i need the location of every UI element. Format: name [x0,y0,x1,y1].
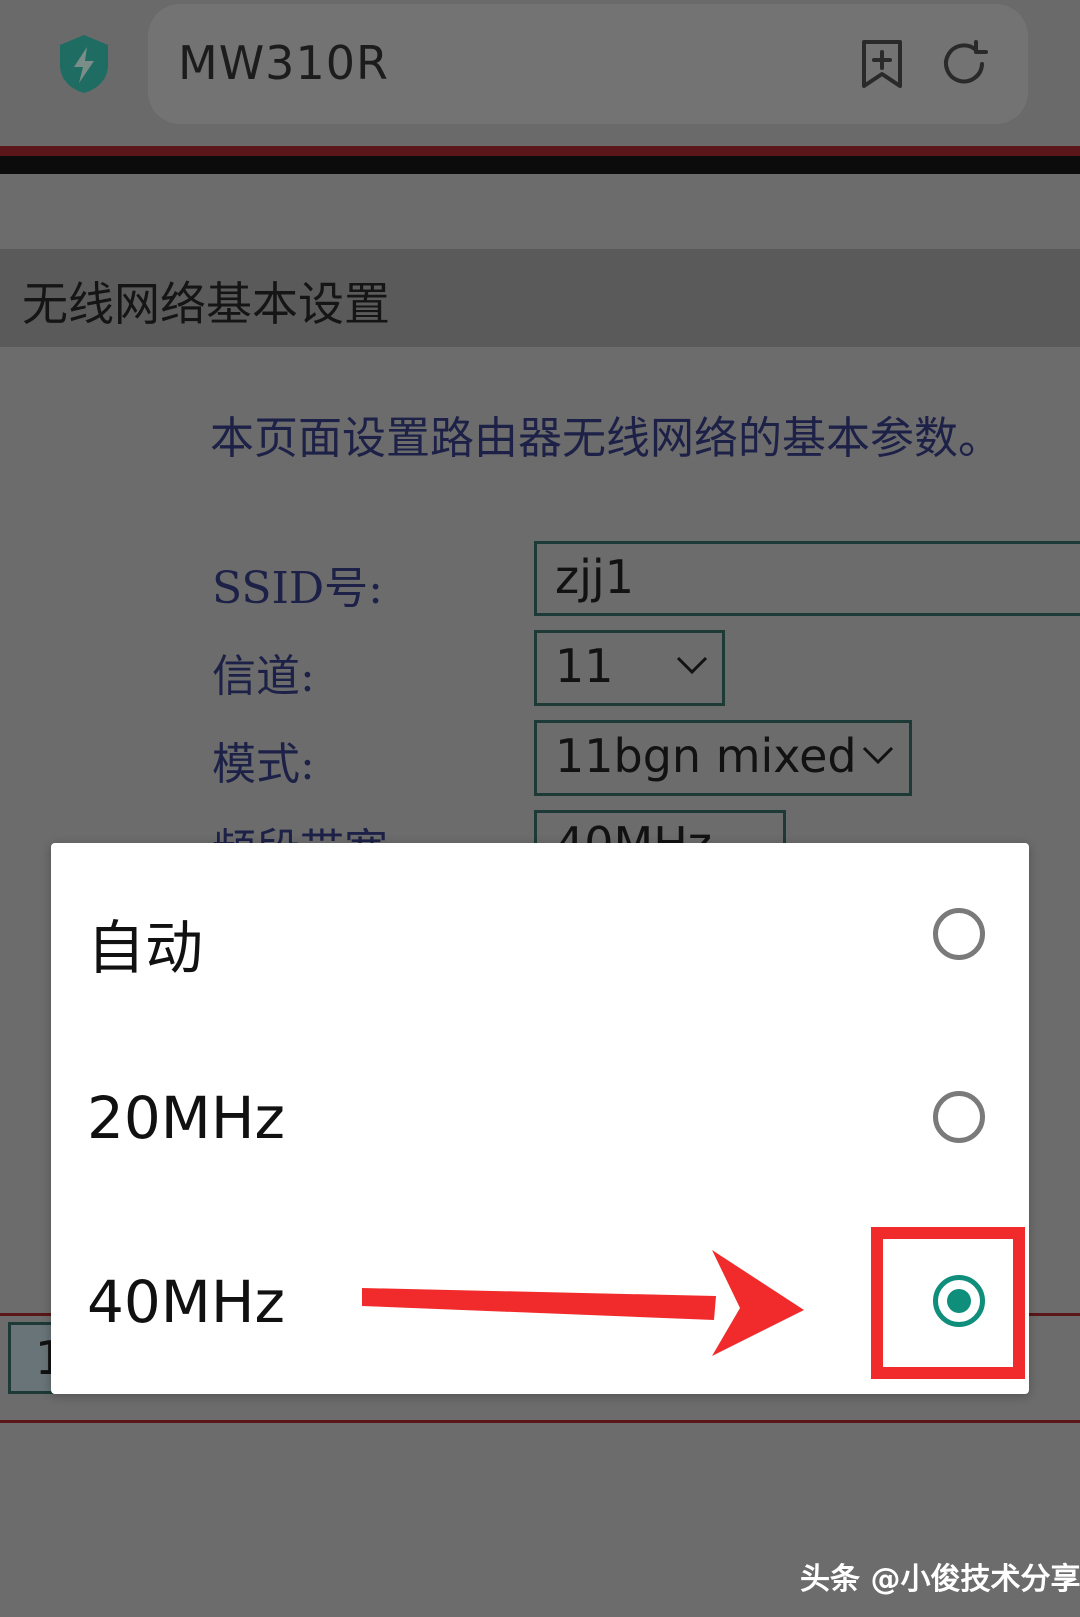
channel-label: 信道: [212,651,315,702]
add-bookmark-icon[interactable] [858,38,906,90]
divider-line [0,1420,1080,1423]
header-stripe-black [0,156,1080,174]
reload-icon[interactable] [938,38,990,90]
header-stripe-red [0,146,1080,156]
mode-value: 11bgn mixed [555,729,857,783]
mode-label: 模式: [212,739,315,790]
page-description: 本页面设置路由器无线网络的基本参数。 [210,413,1002,464]
highlight-box [871,1227,1025,1379]
radio-unchecked[interactable] [933,908,985,960]
bandwidth-label-text: 频段带宽: [212,825,403,844]
chevron-down-icon [676,656,708,675]
section-title: 无线网络基本设置 [22,277,390,331]
channel-value: 11 [555,639,614,693]
option-auto[interactable]: 自动 [51,843,1029,1027]
option-label: 自动 [87,914,204,982]
page-url-title[interactable]: MW310R [178,36,389,90]
ssid-label: SSID号: [212,563,383,614]
option-label: 20MHz [87,1084,285,1152]
ssid-input[interactable]: zjj1 [534,541,1080,616]
chevron-down-icon [862,746,894,765]
watermark: 头条 @小俊技术分享 [800,1562,1080,1597]
red-arrow-icon [362,1250,804,1356]
ssid-value: zjj1 [555,550,634,604]
channel-select[interactable]: 11 [534,630,725,706]
radio-unchecked[interactable] [933,1091,985,1143]
bandwidth-label: 频段带宽: [212,814,403,844]
option-20mhz[interactable]: 20MHz [51,1026,1029,1210]
shield-icon[interactable] [56,33,112,95]
mode-select[interactable]: 11bgn mixed [534,720,912,796]
option-label: 40MHz [87,1268,285,1336]
